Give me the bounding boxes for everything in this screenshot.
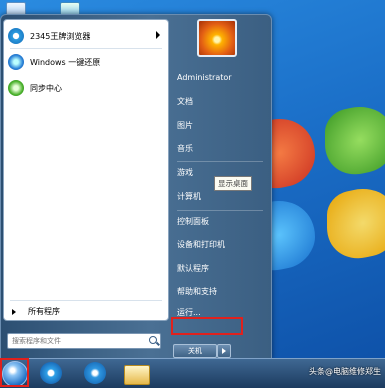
programs-pane: 2345王牌浏览器 Windows 一键还原 同步中心 所有程序 (3, 19, 169, 321)
menu-item-computer[interactable]: 计算机 (177, 190, 263, 204)
sync-icon (8, 80, 24, 96)
menu-item-pictures[interactable]: 图片 (177, 119, 263, 133)
ie-icon[interactable] (40, 362, 62, 384)
media-player-icon[interactable] (84, 362, 106, 384)
menu-item-user[interactable]: Administrator (177, 71, 263, 85)
program-sync-center[interactable]: 同步中心 (8, 78, 162, 98)
start-highlight-box (0, 358, 29, 387)
all-programs-button[interactable]: 所有程序 (12, 306, 60, 317)
menu-item-default-programs[interactable]: 默认程序 (177, 262, 263, 276)
search-icon[interactable] (149, 336, 157, 344)
user-avatar[interactable] (197, 19, 237, 57)
program-2345-browser[interactable]: 2345王牌浏览器 (8, 26, 162, 46)
menu-item-help-support[interactable]: 帮助和支持 (177, 285, 263, 299)
shutdown-button[interactable]: 关机 (173, 344, 217, 358)
submenu-arrow-icon[interactable] (156, 31, 160, 39)
separator (10, 48, 162, 49)
menu-item-control-panel[interactable]: 控制面板 (177, 215, 263, 229)
watermark: 头条@电脑维修郑生 (309, 367, 381, 376)
search-input[interactable] (8, 336, 144, 346)
separator (10, 300, 162, 301)
separator (177, 210, 263, 211)
menu-item-devices-printers[interactable]: 设备和打印机 (177, 238, 263, 252)
program-label: Windows 一键还原 (30, 57, 101, 67)
menu-item-documents[interactable]: 文档 (177, 95, 263, 109)
shutdown-options-button[interactable] (217, 344, 231, 358)
menu-item-music[interactable]: 音乐 (177, 142, 263, 156)
arrow-right-icon (12, 308, 16, 315)
restore-icon (8, 54, 24, 70)
program-label: 同步中心 (30, 83, 62, 93)
program-label: 2345王牌浏览器 (30, 31, 91, 41)
show-desktop-tooltip: 显示桌面 (214, 176, 252, 191)
browser-icon (8, 28, 24, 44)
run-highlight-box (171, 317, 243, 335)
file-explorer-icon[interactable] (124, 365, 150, 385)
program-windows-restore[interactable]: Windows 一键还原 (8, 52, 162, 72)
separator (177, 161, 263, 162)
all-programs-label: 所有程序 (28, 307, 60, 316)
search-box[interactable] (7, 333, 161, 349)
